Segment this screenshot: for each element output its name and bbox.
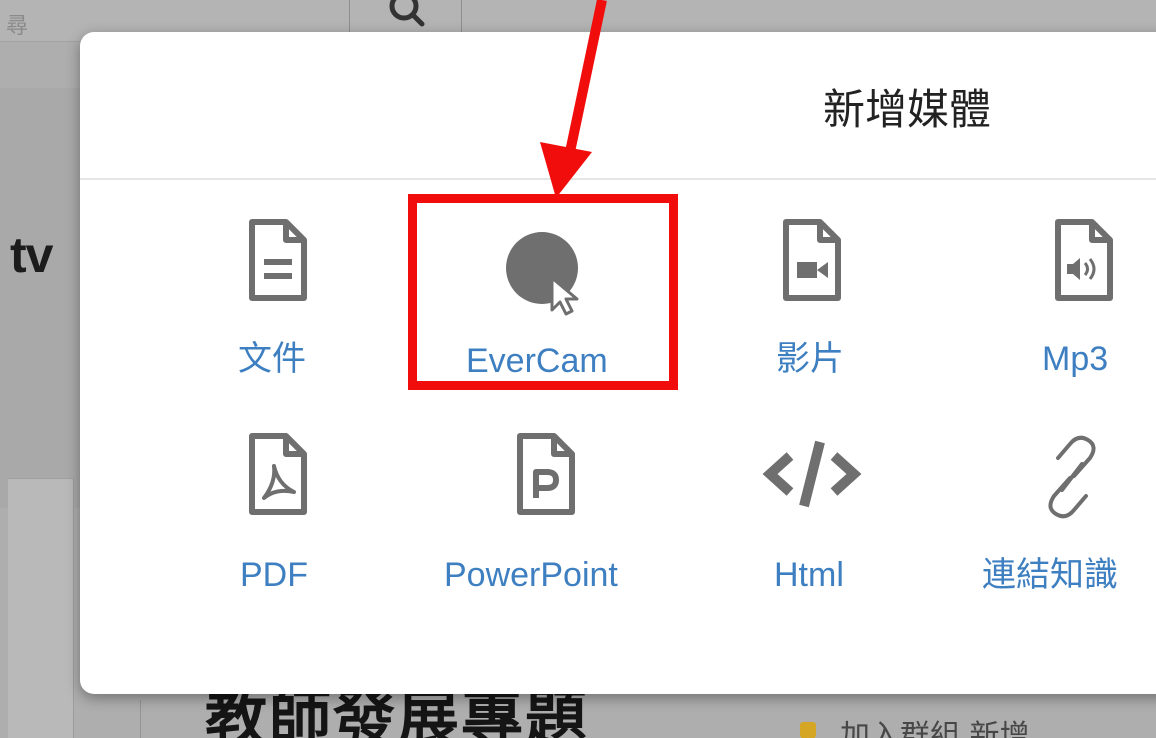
arrow-annotation-icon bbox=[540, 0, 607, 198]
link-icon bbox=[1048, 435, 1096, 519]
media-item-label: 連結知識 bbox=[982, 556, 1118, 594]
media-item-label: 文件 bbox=[238, 340, 306, 378]
media-item-video[interactable]: 影片 bbox=[770, 218, 870, 376]
media-item-document[interactable]: 文件 bbox=[230, 218, 330, 376]
code-icon bbox=[762, 440, 862, 508]
media-item-mp3[interactable]: Mp3 bbox=[1038, 218, 1148, 376]
document-icon bbox=[249, 219, 307, 301]
media-item-powerpoint[interactable]: PowerPoint bbox=[440, 432, 670, 592]
media-item-label: Html bbox=[774, 556, 844, 594]
background-left-card bbox=[8, 478, 74, 738]
background-link-icon bbox=[800, 722, 816, 738]
media-item-link[interactable]: 連結知識 bbox=[978, 432, 1156, 592]
background-partial-text: tv bbox=[10, 227, 53, 283]
audio-file-icon bbox=[1055, 219, 1113, 301]
background-search-placeholder: 尋 bbox=[6, 14, 29, 39]
media-item-label: PowerPoint bbox=[444, 556, 618, 594]
background-heading: 教師發展專題 bbox=[205, 682, 590, 738]
pdf-file-icon bbox=[249, 433, 307, 515]
modal-title: 新增媒體 bbox=[823, 85, 992, 134]
media-item-pdf[interactable]: PDF bbox=[230, 432, 330, 592]
media-item-label: Mp3 bbox=[1042, 340, 1109, 378]
background-band bbox=[0, 88, 80, 508]
highlight-box bbox=[408, 194, 678, 390]
powerpoint-file-icon bbox=[517, 433, 575, 515]
background-divider bbox=[140, 700, 141, 738]
media-item-label: 影片 bbox=[776, 340, 844, 378]
search-icon bbox=[389, 0, 425, 27]
media-item-label: PDF bbox=[240, 556, 308, 594]
media-item-html[interactable]: Html bbox=[760, 432, 880, 592]
video-file-icon bbox=[783, 219, 841, 301]
background-links-text: 加入群組 新增 bbox=[840, 719, 1030, 738]
background-links: 加入群組 新增 bbox=[800, 722, 1030, 738]
